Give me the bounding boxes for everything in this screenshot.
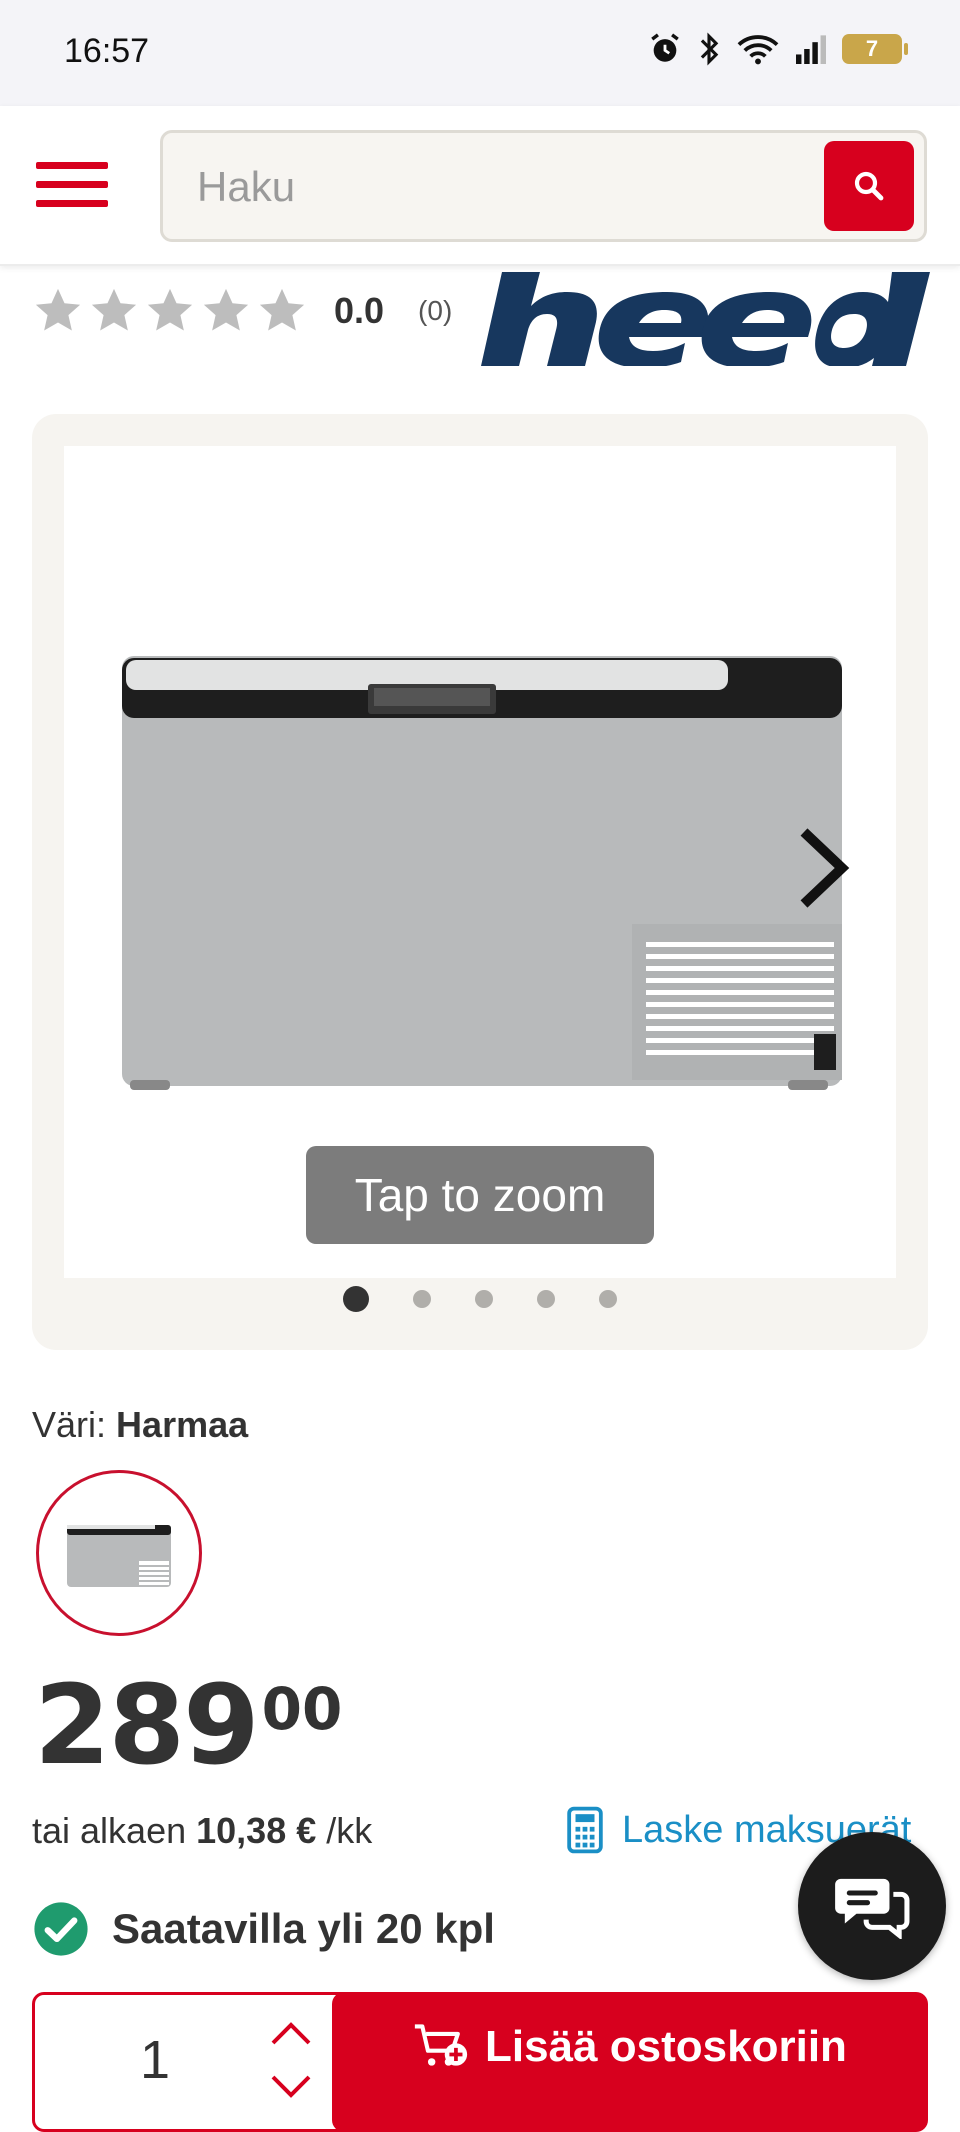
gallery-dot[interactable] <box>475 1290 493 1308</box>
calculator-icon <box>567 1806 603 1854</box>
header <box>0 106 960 266</box>
search-icon <box>854 171 884 201</box>
brand-logo[interactable] <box>462 270 932 366</box>
star-icon <box>35 288 81 331</box>
rating-row[interactable]: 0.0 (0) <box>32 276 452 346</box>
quantity-input[interactable] <box>115 2025 195 2095</box>
gallery-dot[interactable] <box>537 1290 555 1308</box>
financing-prefix: tai alkaen <box>32 1810 187 1851</box>
alarm-icon <box>651 33 679 62</box>
bluetooth-icon <box>700 32 719 66</box>
battery-icon: 7 <box>842 34 908 64</box>
search-box <box>160 130 927 242</box>
status-bar: 16:57 7 <box>0 0 960 106</box>
star-icon <box>203 288 249 331</box>
chat-button[interactable] <box>798 1832 946 1980</box>
status-time: 16:57 <box>64 32 150 70</box>
search-button[interactable] <box>824 141 914 231</box>
rating-stars <box>32 285 308 337</box>
color-swatch-gray[interactable] <box>36 1470 202 1636</box>
search-input[interactable] <box>197 161 797 213</box>
availability: Saatavilla yli 20 kpl <box>32 1900 495 1958</box>
price-main: 289 <box>34 1661 260 1789</box>
chevron-down-icon[interactable] <box>267 2071 315 2101</box>
check-circle-icon <box>34 1902 88 1956</box>
gallery-pagination <box>32 1286 928 1312</box>
chat-icon <box>835 1878 910 1939</box>
gallery-dot[interactable] <box>413 1290 431 1308</box>
zoom-hint[interactable]: Tap to zoom <box>306 1146 654 1244</box>
star-icon <box>147 288 193 331</box>
star-icon <box>259 288 305 331</box>
gallery-dot[interactable] <box>599 1290 617 1308</box>
product-gallery[interactable]: Tap to zoom <box>32 414 928 1350</box>
wifi-icon <box>737 35 779 65</box>
gallery-dot[interactable] <box>343 1286 369 1312</box>
hamburger-menu-icon[interactable] <box>36 162 108 214</box>
financing-info: tai alkaen 10,38 € /kk <box>32 1810 372 1852</box>
financing-amount: 10,38 € <box>196 1810 317 1851</box>
color-value: Harmaa <box>116 1404 249 1445</box>
color-swatch-thumbnail <box>67 1525 171 1587</box>
availability-text: Saatavilla yli 20 kpl <box>112 1905 495 1952</box>
rating-value: 0.0 <box>334 290 385 331</box>
add-to-cart-label: Lisää ostoskoriin <box>485 2022 847 2071</box>
quantity-stepper <box>32 1992 352 2132</box>
color-label-prefix: Väri: <box>32 1404 107 1445</box>
financing-suffix: /kk <box>326 1810 373 1851</box>
cart-add-icon <box>414 2024 468 2066</box>
product-price: 289 00 <box>34 1670 342 1780</box>
price-cents: 00 <box>261 1675 343 1743</box>
chevron-up-icon[interactable] <box>267 2019 315 2049</box>
status-icons: 7 <box>648 32 908 66</box>
star-icon <box>91 288 137 331</box>
rating-count: (0) <box>418 295 453 326</box>
color-label: Väri: Harmaa <box>32 1404 248 1446</box>
add-to-cart-button[interactable]: Lisää ostoskoriin <box>332 1992 928 2132</box>
chevron-right-icon[interactable] <box>794 826 854 910</box>
signal-icon <box>796 35 826 64</box>
